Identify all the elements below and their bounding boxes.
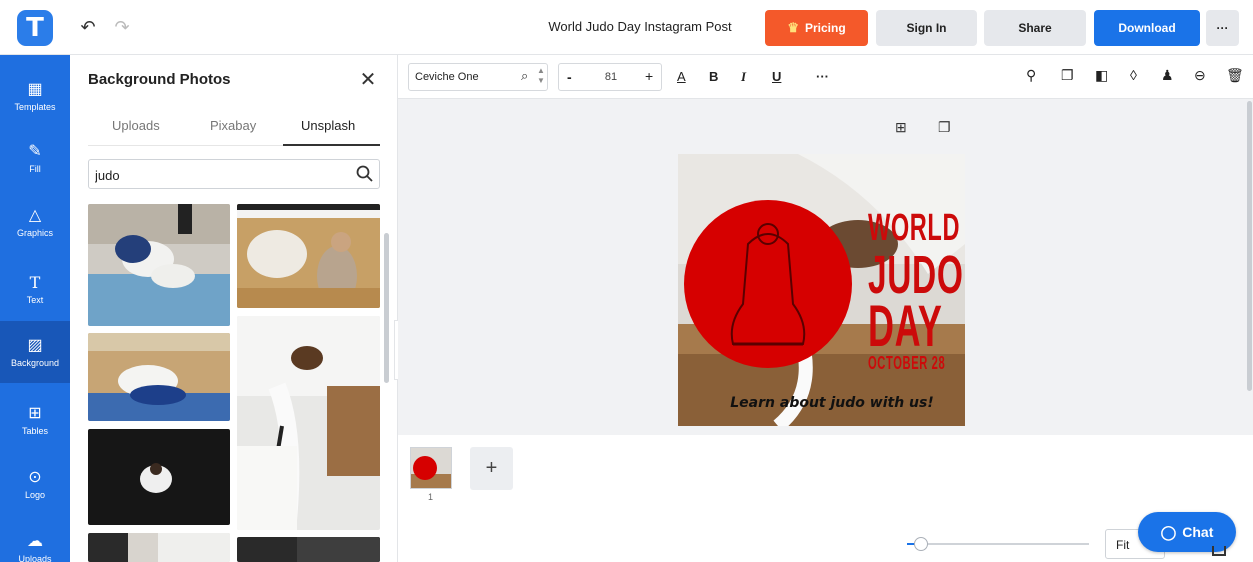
upload-cloud-icon: ☁: [27, 532, 43, 550]
chat-bubble-icon: ◯: [1160, 523, 1177, 540]
sidebar-item-logo[interactable]: ⊙ Logo: [0, 453, 70, 515]
tab-uploads[interactable]: Uploads: [112, 118, 160, 133]
trash-icon[interactable]: 🗑: [1226, 67, 1244, 84]
sidebar-item-label: Background: [10, 357, 60, 368]
sidebar-item-templates[interactable]: ▦ Templates: [0, 65, 70, 127]
photo-thumbnail[interactable]: [237, 204, 380, 308]
page-number: 1: [428, 492, 434, 502]
background-photos-panel: Background Photos ✕ Uploads Pixabay Unsp…: [70, 55, 398, 562]
photo-search: [88, 159, 380, 189]
text-toolbar: Ceviche One ⌕ ▲ ▼ - 81 + A B I U ··· ⚲ ❐ …: [398, 55, 1253, 99]
duplicate-icon[interactable]: ❐: [1061, 67, 1074, 84]
sidebar-item-label: Tables: [21, 425, 48, 436]
photo-thumbnail[interactable]: [88, 533, 230, 562]
zoom-slider[interactable]: [907, 543, 1089, 545]
search-icon[interactable]: [355, 164, 375, 184]
underline-button[interactable]: U: [772, 69, 781, 84]
chat-label: Chat: [1182, 524, 1214, 540]
text-color-icon[interactable]: A: [677, 69, 686, 84]
tab-unsplash[interactable]: Unsplash: [301, 118, 355, 133]
opacity-icon[interactable]: ◊: [1130, 67, 1137, 83]
scrollbar-thumb[interactable]: [1247, 101, 1252, 391]
close-icon[interactable]: ✕: [357, 67, 379, 91]
text-icon: T: [29, 272, 41, 292]
page-thumbnail[interactable]: [410, 447, 452, 489]
format-painter-icon[interactable]: ⚲: [1026, 67, 1036, 84]
add-page-button[interactable]: +: [470, 447, 513, 490]
pricing-label: Pricing: [804, 21, 846, 35]
sidebar-item-graphics[interactable]: △ Graphics: [0, 191, 70, 253]
more-options-button[interactable]: ···: [1206, 10, 1239, 46]
sign-in-button[interactable]: Sign In: [876, 10, 977, 46]
sidebar-item-fill[interactable]: ✎ Fill: [0, 127, 70, 189]
spinner-arrows-icon[interactable]: ▲ ▼: [537, 66, 545, 86]
brush-icon: ✎: [28, 142, 42, 160]
sidebar-item-label: Text: [26, 294, 44, 305]
poster-date[interactable]: OCTOBER 28: [868, 354, 945, 372]
sidebar-item-label: Graphics: [16, 227, 53, 238]
font-selector[interactable]: Ceviche One ⌕ ▲ ▼: [408, 63, 548, 91]
photo-thumbnail[interactable]: [237, 316, 380, 530]
photo-thumbnail[interactable]: [88, 429, 230, 525]
left-sidebar: ▦ Templates ✎ Fill △ Graphics T Text ▨ B…: [0, 55, 70, 562]
fullscreen-icon[interactable]: [1212, 546, 1226, 556]
font-size-stepper: - 81 +: [558, 63, 662, 91]
font-search-icon[interactable]: ⌕: [521, 68, 528, 84]
top-bar: T ↶ ↷ World Judo Day Instagram Post ♛ Pr…: [0, 0, 1253, 55]
photo-thumbnail[interactable]: [88, 333, 230, 421]
shapes-icon: △: [28, 206, 42, 224]
sidebar-item-tables[interactable]: ⊞ Tables: [0, 389, 70, 451]
increase-size-button[interactable]: +: [645, 68, 653, 84]
poster-title-day[interactable]: DAY: [868, 298, 942, 356]
sidebar-item-text[interactable]: T Text: [0, 258, 70, 320]
font-name: Ceviche One: [415, 71, 479, 83]
share-button[interactable]: Share: [984, 10, 1086, 46]
sidebar-item-label: Templates: [14, 101, 56, 112]
panel-scrollbar[interactable]: [384, 233, 389, 383]
pricing-button[interactable]: ♛ Pricing: [765, 10, 868, 46]
templates-icon: ▦: [27, 80, 43, 98]
bold-button[interactable]: B: [709, 69, 718, 84]
copy-page-icon[interactable]: ❐: [938, 119, 951, 136]
sidebar-item-uploads[interactable]: ☁ Uploads: [0, 517, 70, 562]
app-root: T ↶ ↷ World Judo Day Instagram Post ♛ Pr…: [0, 0, 1253, 562]
active-tab-indicator: [283, 144, 380, 146]
tab-pixabay[interactable]: Pixabay: [210, 118, 256, 133]
more-format-button[interactable]: ···: [816, 69, 829, 84]
canvas-scrollbar[interactable]: [1246, 99, 1253, 435]
position-icon[interactable]: ♟: [1161, 67, 1174, 84]
photo-thumbnail[interactable]: [88, 204, 230, 326]
redo-icon[interactable]: ↷: [111, 14, 133, 40]
crown-icon: ♛: [787, 20, 799, 35]
app-logo[interactable]: T: [17, 10, 53, 46]
font-size-value[interactable]: 81: [595, 71, 627, 83]
undo-icon[interactable]: ↶: [77, 14, 99, 40]
layer-icon[interactable]: ◧: [1095, 67, 1108, 84]
link-icon[interactable]: ⊖: [1194, 67, 1206, 84]
panel-title: Background Photos: [88, 71, 231, 88]
sidebar-item-label: Logo: [24, 489, 46, 500]
background-icon: ▨: [27, 336, 43, 354]
decrease-size-button[interactable]: -: [567, 69, 572, 85]
photo-thumbnail[interactable]: [237, 537, 380, 562]
table-icon: ⊞: [28, 404, 42, 422]
document-title[interactable]: World Judo Day Instagram Post: [520, 19, 760, 34]
logo-icon: ⊙: [28, 468, 42, 486]
poster-tagline[interactable]: Learn about judo with us!: [722, 395, 942, 411]
sidebar-item-background[interactable]: ▨ Background: [0, 321, 70, 383]
sidebar-item-label: Fill: [29, 163, 41, 174]
search-input[interactable]: [95, 165, 345, 185]
zoom-slider-handle[interactable]: [914, 537, 928, 551]
download-button[interactable]: Download: [1094, 10, 1200, 46]
add-element-icon[interactable]: ⊞: [895, 119, 907, 136]
sidebar-item-label: Uploads: [18, 553, 52, 562]
poster-title-world[interactable]: WORLD: [868, 209, 960, 247]
italic-button[interactable]: I: [741, 69, 746, 85]
